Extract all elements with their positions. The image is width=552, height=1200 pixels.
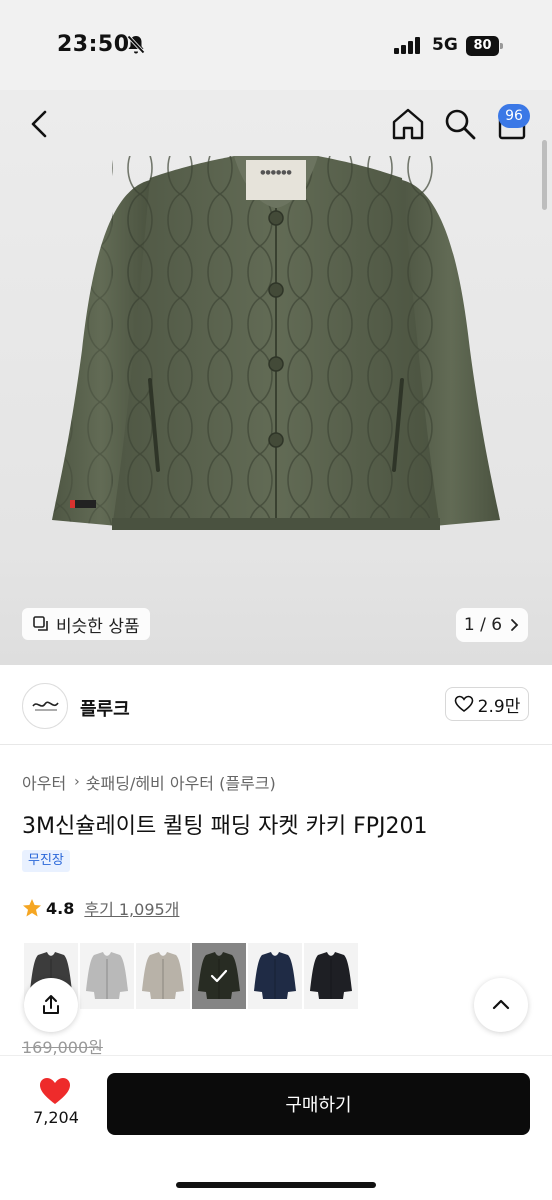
breadcrumb-item-category[interactable]: 숏패딩/헤비 아우터 (플루크) bbox=[86, 770, 276, 794]
signal-icon bbox=[394, 37, 422, 58]
image-counter-button[interactable]: 1 / 6 bbox=[456, 608, 528, 642]
color-swatch[interactable] bbox=[192, 943, 246, 1009]
heart-filled-icon bbox=[40, 1078, 70, 1104]
breadcrumb: 아우터 › 숏패딩/헤비 아우터 (플루크) bbox=[22, 770, 276, 794]
color-swatch[interactable] bbox=[248, 943, 302, 1009]
home-indicator bbox=[176, 1182, 376, 1188]
chevron-left-icon bbox=[31, 110, 47, 138]
rating-value: 4.8 bbox=[46, 898, 75, 918]
similar-products-label: 비슷한 상품 bbox=[56, 616, 140, 637]
product-image-gallery[interactable]: ●●●●●● 96 비슷한 상품 1 / 6 bbox=[0, 90, 552, 665]
svg-text:●●●●●●: ●●●●●● bbox=[260, 169, 291, 176]
star-icon bbox=[23, 899, 41, 917]
heart-outline-icon bbox=[454, 695, 473, 712]
cart-count-badge: 96 bbox=[498, 104, 530, 128]
breadcrumb-item-outer[interactable]: 아우터 bbox=[22, 770, 66, 794]
chevron-up-icon bbox=[492, 999, 510, 1010]
share-button[interactable] bbox=[24, 978, 78, 1032]
home-icon bbox=[392, 108, 424, 140]
battery-icon: 80 bbox=[466, 36, 503, 56]
color-swatch[interactable] bbox=[136, 943, 190, 1009]
jacket-photo: ●●●●●● bbox=[52, 156, 500, 530]
wishlist-button[interactable] bbox=[38, 1076, 72, 1110]
network-type: 5G bbox=[432, 35, 458, 55]
search-button[interactable] bbox=[442, 106, 478, 142]
review-link[interactable]: 후기 1,095개 bbox=[84, 896, 179, 920]
brand-row: 플루크 2.9만 bbox=[0, 665, 552, 745]
scrollbar bbox=[542, 140, 547, 210]
brand-name[interactable]: 플루크 bbox=[80, 695, 130, 721]
scroll-to-top-button[interactable] bbox=[474, 978, 528, 1032]
chevron-right-icon: › bbox=[74, 774, 80, 790]
bottom-action-bar: 7,204 구매하기 bbox=[0, 1055, 552, 1200]
share-icon bbox=[43, 995, 59, 1014]
color-swatch[interactable] bbox=[304, 943, 358, 1009]
buy-button[interactable]: 구매하기 bbox=[107, 1073, 530, 1135]
back-button[interactable] bbox=[22, 106, 58, 142]
status-time: 23:50 bbox=[57, 32, 130, 57]
buy-button-label: 구매하기 bbox=[285, 1095, 352, 1116]
copy-icon bbox=[33, 616, 48, 631]
wishlist-count: 7,204 bbox=[33, 1108, 79, 1127]
store-badge: 무진장 bbox=[22, 850, 70, 872]
image-counter-text: 1 / 6 bbox=[463, 615, 503, 635]
status-bar: 23:50 5G 80 bbox=[0, 0, 552, 90]
product-title: 3M신슐레이트 퀼팅 패딩 자켓 카키 FPJ201 bbox=[22, 814, 428, 839]
brand-like-button[interactable]: 2.9만 bbox=[445, 687, 529, 721]
brand-like-count: 2.9만 bbox=[477, 696, 521, 717]
similar-products-button[interactable]: 비슷한 상품 bbox=[22, 608, 150, 640]
search-icon bbox=[445, 109, 476, 140]
home-button[interactable] bbox=[390, 106, 426, 142]
battery-level: 80 bbox=[466, 36, 499, 56]
chevron-right-icon bbox=[511, 619, 519, 631]
color-swatch[interactable] bbox=[80, 943, 134, 1009]
rating-row: 4.8 후기 1,095개 bbox=[22, 896, 179, 920]
brand-logo[interactable] bbox=[22, 683, 68, 729]
bell-slash-icon bbox=[126, 34, 146, 60]
